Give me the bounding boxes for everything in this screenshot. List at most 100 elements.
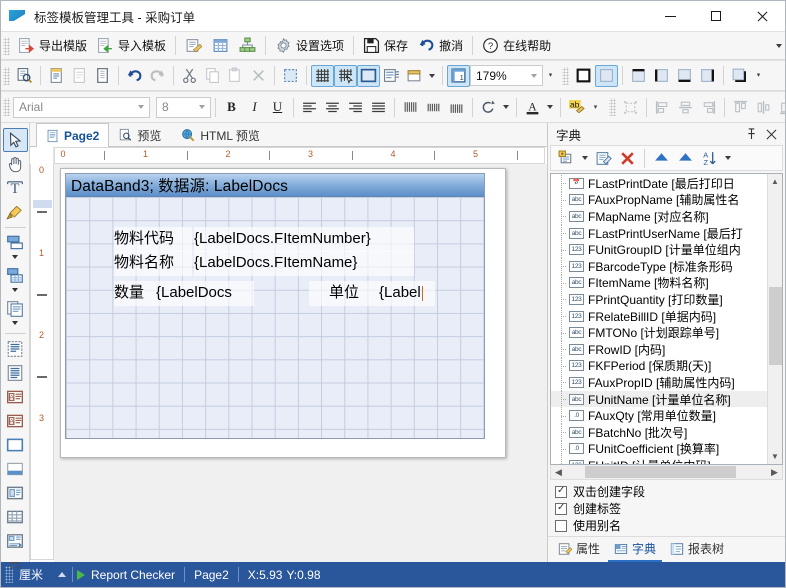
align-right-button[interactable] xyxy=(344,96,367,118)
toolbar-grip[interactable] xyxy=(3,66,10,85)
chart-tool[interactable] xyxy=(3,529,28,553)
show-grid-button[interactable] xyxy=(311,64,334,87)
border-top-button[interactable] xyxy=(627,65,650,87)
image-tool[interactable]: A xyxy=(3,385,28,409)
export-template-button[interactable]: 导出模版 xyxy=(13,34,92,57)
shape-tool[interactable] xyxy=(3,457,28,481)
copy-button[interactable] xyxy=(201,65,224,87)
close-panel-icon[interactable] xyxy=(766,129,777,140)
data-band-header[interactable]: DataBand3; 数据源: LabelDocs xyxy=(66,174,484,197)
align-bottom-button[interactable] xyxy=(445,96,468,118)
dictionary-field-row[interactable]: 📅 FLastPrintDate [最后打印日 xyxy=(551,175,767,192)
table-tool[interactable] xyxy=(3,505,28,529)
scroll-left-button[interactable]: ◀ xyxy=(551,467,566,478)
toolbar-grip[interactable] xyxy=(3,36,10,55)
text-box-tool[interactable] xyxy=(3,337,28,361)
select-tool[interactable] xyxy=(2,128,28,152)
dictionary-tree-scrollbar[interactable]: ▲ ▼ xyxy=(767,174,782,464)
dictionary-tree-hscrollbar[interactable]: ◀ ▶ xyxy=(550,465,783,480)
undo-edit-button[interactable] xyxy=(123,65,146,87)
move-down-button[interactable] xyxy=(674,147,697,169)
minimize-button[interactable] xyxy=(647,1,693,31)
dictionary-field-row[interactable]: .0 FUnitCoefficient [换算率] xyxy=(551,440,767,458)
dictionary-field-row[interactable]: abc FBatchNo [批次号] xyxy=(551,423,767,441)
tab-dictionary[interactable]: 字典 xyxy=(608,538,663,562)
font-family-combo[interactable]: Arial xyxy=(13,96,150,118)
underline-button[interactable]: U xyxy=(266,96,289,118)
panel-tool[interactable] xyxy=(3,481,28,505)
label-quantity-caption[interactable]: 数量 xyxy=(114,281,156,306)
checkbox[interactable] xyxy=(555,485,567,498)
dictionary-option[interactable]: 双击创建字段 xyxy=(548,483,785,500)
save-button[interactable]: 保存 xyxy=(358,34,413,57)
status-report-checker[interactable]: Report Checker xyxy=(91,568,184,582)
font-color-button[interactable]: A xyxy=(521,96,544,118)
dictionary-field-row[interactable]: abc FUnitName [计量单位名称] xyxy=(551,390,767,408)
label-item-name-caption[interactable]: 物料名称 xyxy=(114,251,192,276)
new-item-button[interactable] xyxy=(555,147,578,169)
tab-preview[interactable]: 预览 xyxy=(109,123,171,146)
center-vertically-button[interactable] xyxy=(752,96,775,118)
font-size-dropdown[interactable] xyxy=(194,98,210,117)
zoom-level-combo[interactable]: 179% xyxy=(470,65,543,86)
cross-tab-tool-dropdown[interactable] xyxy=(3,288,28,297)
dictionary-field-row[interactable]: abc FMTONo [计划跟踪单号] xyxy=(551,324,767,341)
align-lefts-button[interactable] xyxy=(651,96,674,118)
border-none-button[interactable] xyxy=(595,64,618,87)
new-report-button[interactable] xyxy=(45,65,68,87)
rectangle-tool[interactable] xyxy=(3,433,28,457)
delete-button[interactable] xyxy=(247,65,270,87)
bold-button[interactable]: B xyxy=(220,96,243,118)
align-tops-button[interactable] xyxy=(729,96,752,118)
dictionary-field-row[interactable]: 123 FPrintQuantity [打印数量] xyxy=(551,291,767,308)
align-justify-button[interactable] xyxy=(367,96,390,118)
align-to-grid-button[interactable] xyxy=(380,65,403,87)
zoom-dropdown-button[interactable] xyxy=(526,66,542,85)
tab-properties[interactable]: 属性 xyxy=(552,538,606,562)
design-canvas[interactable]: DataBand3; 数据源: LabelDocs 物料代码 {LabelDoc… xyxy=(54,164,547,562)
page-setup-button[interactable] xyxy=(403,65,426,87)
subreport-tool-dropdown[interactable] xyxy=(3,321,28,330)
select-all-button[interactable] xyxy=(279,65,302,87)
online-help-button[interactable]: ? 在线帮助 xyxy=(477,34,556,57)
import-template-button[interactable]: 导入模板 xyxy=(92,34,171,57)
checkbox[interactable] xyxy=(555,502,567,515)
border-toolbar-grip[interactable] xyxy=(562,66,569,85)
align-top-button[interactable] xyxy=(399,96,422,118)
align-center-button[interactable] xyxy=(321,96,344,118)
scroll-right-button[interactable]: ▶ xyxy=(767,467,782,478)
pin-icon[interactable] xyxy=(746,128,757,140)
open-report-button[interactable] xyxy=(68,65,91,87)
hscrollbar-thumb[interactable] xyxy=(585,466,736,478)
toolbar-overflow-button[interactable] xyxy=(772,35,785,57)
arrange-toolbar-grip[interactable] xyxy=(609,98,616,116)
dictionary-field-row[interactable]: 123 FUnitID [计量单位内码] xyxy=(551,457,767,464)
highlight-button[interactable]: ab xyxy=(565,96,588,118)
dictionary-field-row[interactable]: 123 FRelateBillID [单据内码] xyxy=(551,307,767,325)
vertical-ruler[interactable]: 0 1 2 3 xyxy=(30,164,54,560)
dictionary-tree[interactable]: 📅 FLastPrintDate [最后打印日 abc FAuxPropName [辅… xyxy=(550,173,783,465)
band-tool[interactable] xyxy=(3,231,28,255)
edit-item-button[interactable] xyxy=(592,147,615,169)
dictionary-field-row[interactable]: abc FItemName [物料名称] xyxy=(551,274,767,292)
dictionary-field-row[interactable]: abc FAuxPropName [辅助属性名 xyxy=(551,191,767,209)
report-page[interactable]: DataBand3; 数据源: LabelDocs 物料代码 {LabelDoc… xyxy=(60,168,506,458)
center-horizontally-button[interactable] xyxy=(674,96,697,118)
move-up-button[interactable] xyxy=(650,147,673,169)
dictionary-field-row[interactable]: 123 FUnitGroupID [计量单位组内 xyxy=(551,241,767,258)
format-toolbar-overflow[interactable]: ▾ xyxy=(588,104,603,111)
dictionary-field-row[interactable]: abc FLastPrintUserName [最后打 xyxy=(551,224,767,242)
label-item-number-caption[interactable]: 物料代码 xyxy=(114,227,192,252)
palette-expand-button[interactable] xyxy=(3,553,28,577)
label-unit-caption[interactable]: 单位 xyxy=(309,281,379,306)
structure-button[interactable] xyxy=(234,34,261,57)
dictionary-option[interactable]: 创建标签 xyxy=(548,500,785,517)
dictionary-field-row[interactable]: abc FRowID [内码] xyxy=(551,340,767,358)
font-color-dropdown[interactable] xyxy=(544,96,556,118)
toolbar-grip[interactable] xyxy=(3,98,10,116)
save-report-button[interactable] xyxy=(91,65,114,87)
field-item-name[interactable]: {LabelDocs.FItemName} xyxy=(194,251,414,276)
align-rights-button[interactable] xyxy=(697,96,720,118)
settings-button[interactable]: 设置选项 xyxy=(270,34,349,57)
undo-button[interactable]: 撤消 xyxy=(413,34,468,57)
